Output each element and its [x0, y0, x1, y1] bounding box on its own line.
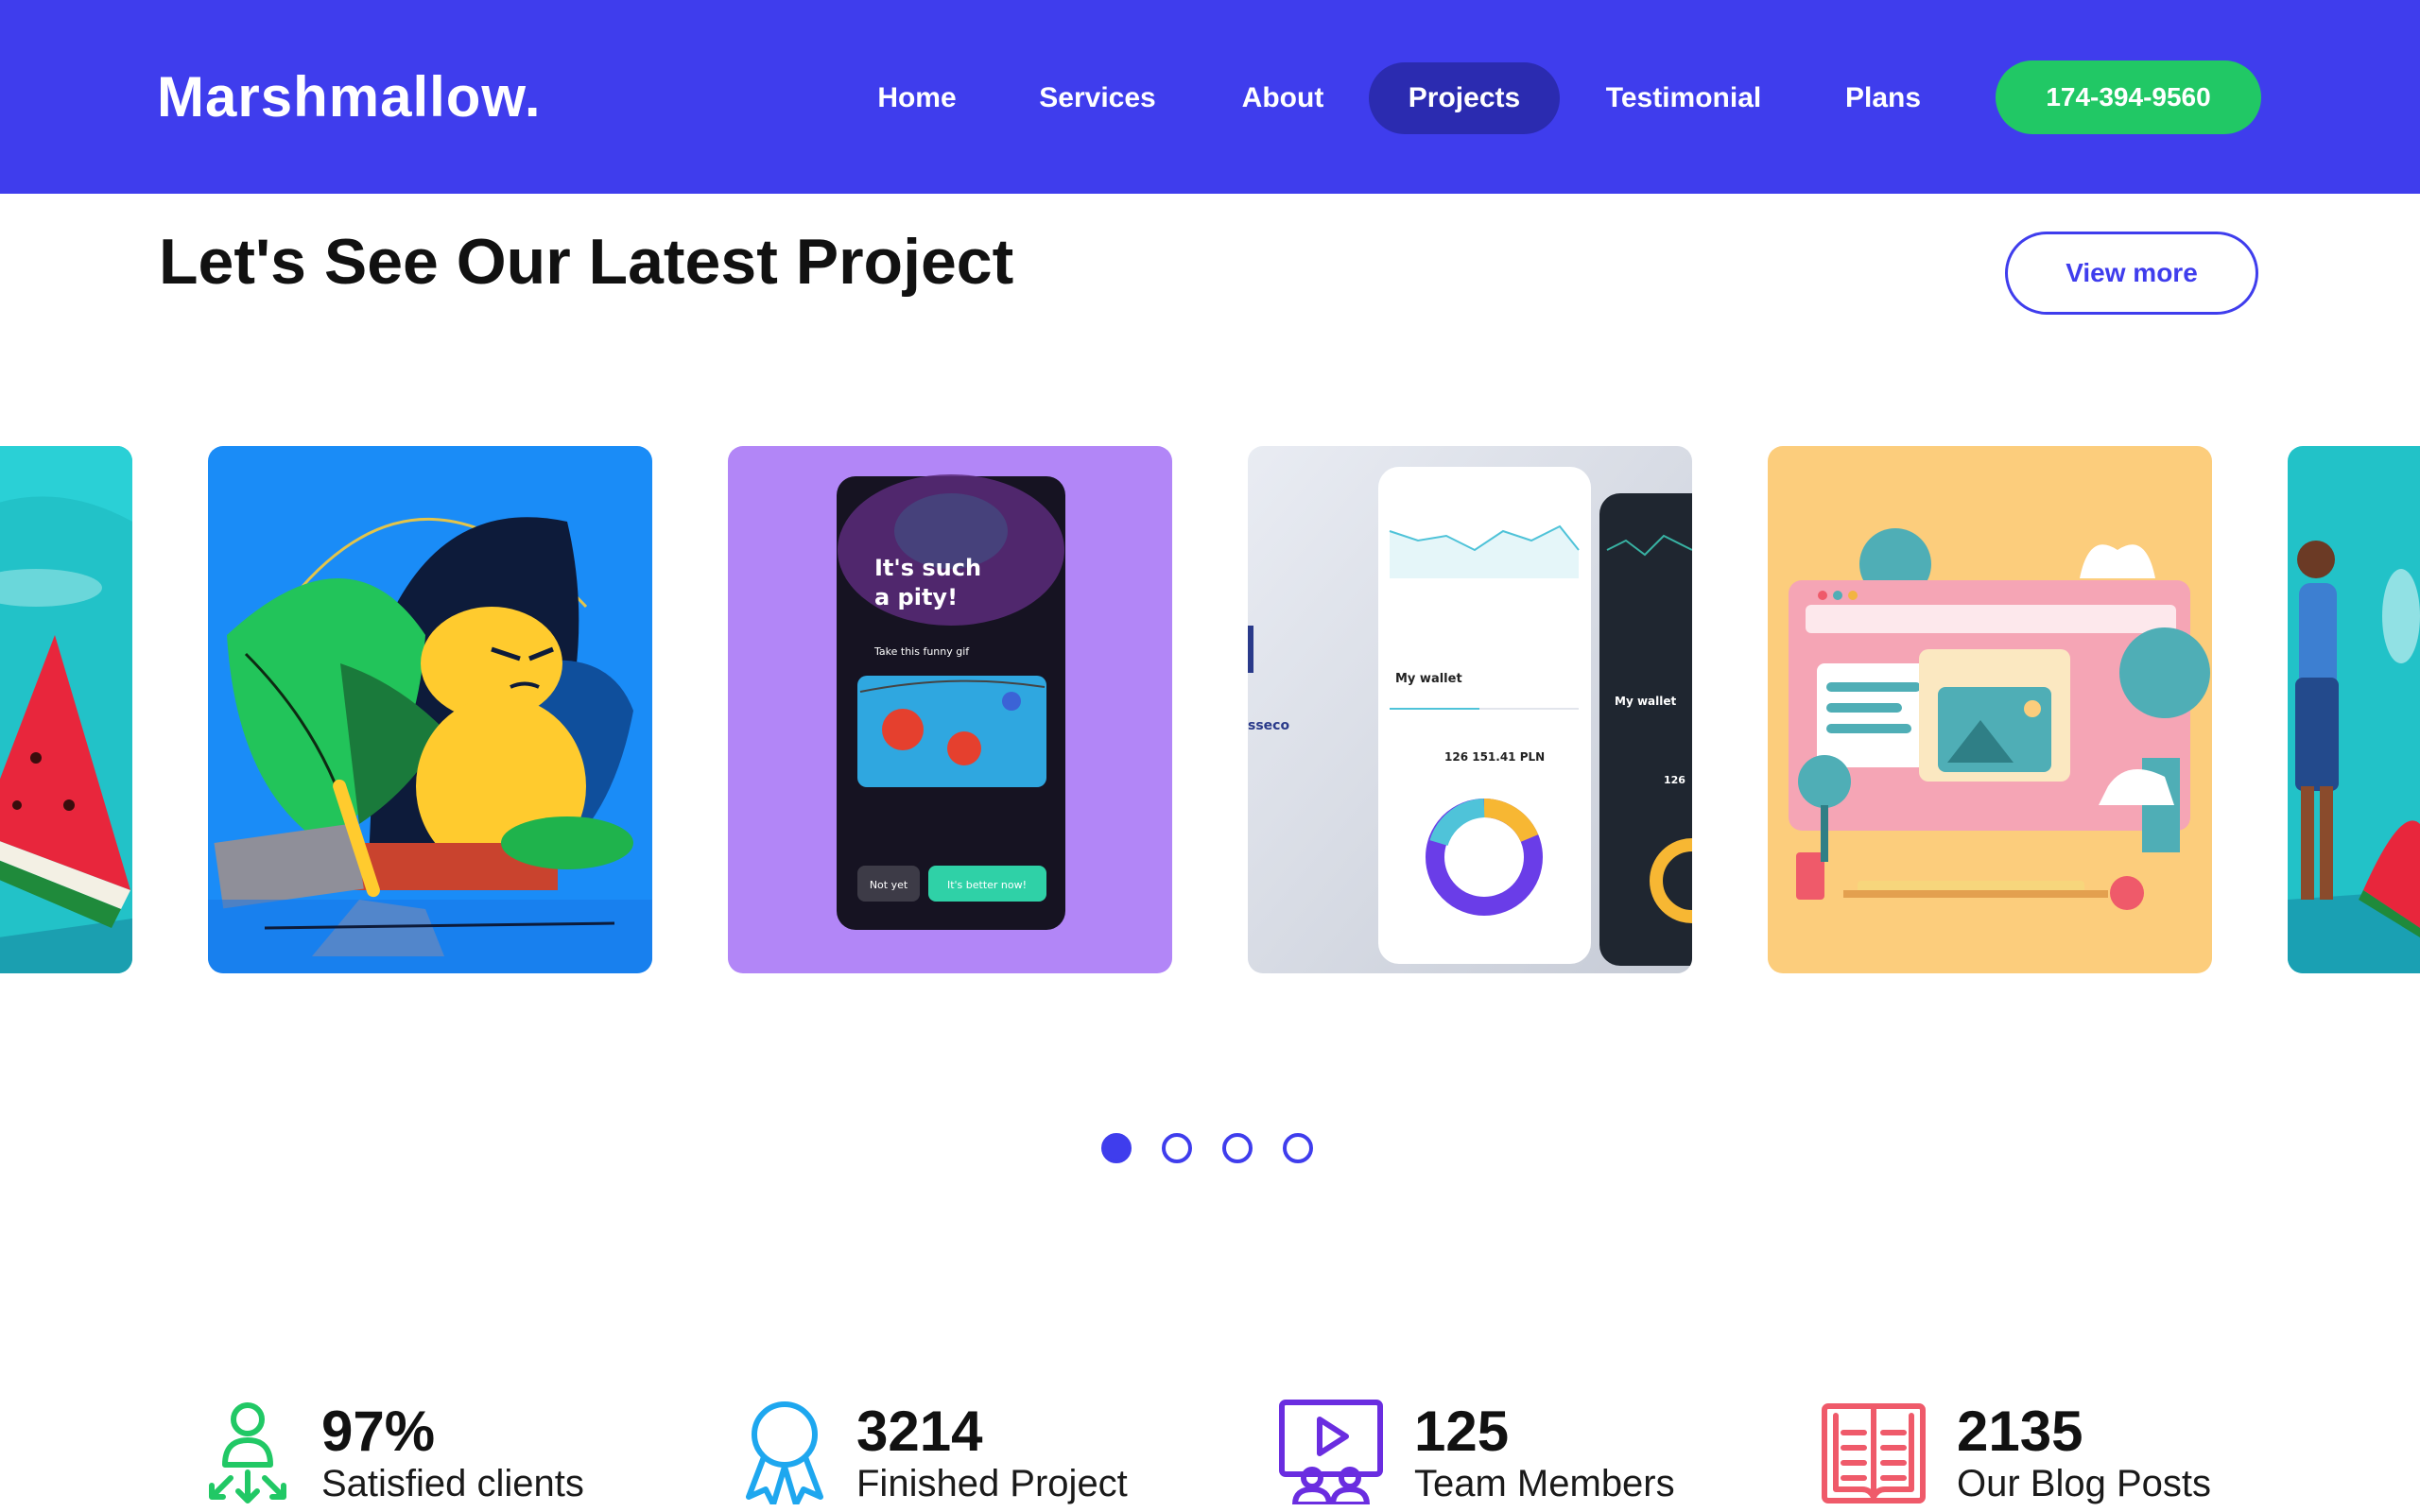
character-leaves-illustration — [208, 446, 652, 973]
video-team-icon — [1279, 1400, 1383, 1504]
project-card-desktop[interactable] — [1768, 446, 2212, 973]
pagination-dot-4[interactable] — [1283, 1133, 1313, 1163]
nav-projects[interactable]: Projects — [1369, 62, 1560, 134]
stat-value: 2135 — [1957, 1400, 2083, 1463]
stat-blog-posts: 2135 Our Blog Posts — [1821, 1399, 2237, 1512]
wallet-title: My wallet — [1395, 672, 1462, 686]
open-book-icon — [1822, 1403, 1926, 1503]
stat-satisfied-clients: 97% Satisfied clients — [202, 1399, 618, 1512]
wallet-title-2: My wallet — [1615, 695, 1676, 708]
stat-label: Our Blog Posts — [1957, 1463, 2212, 1504]
project-card-person[interactable] — [2288, 446, 2420, 973]
stat-finished-projects: 3214 Finished Project — [739, 1399, 1174, 1512]
stat-value: 3214 — [856, 1400, 983, 1463]
mockup-btn-yes: It's better now! — [947, 879, 1027, 891]
mockup-btn-no: Not yet — [870, 879, 908, 891]
award-ribbon-icon — [746, 1401, 823, 1504]
nav-home[interactable]: Home — [851, 62, 983, 134]
mockup-headline-2: a pity! — [874, 584, 958, 610]
project-card-watermelon[interactable] — [0, 446, 132, 973]
mockup-subtitle: Take this funny gif — [873, 645, 970, 658]
mobile-app-mockup: It's such a pity! Take this funny gif No… — [728, 446, 1172, 973]
stat-label: Satisfied clients — [321, 1463, 584, 1504]
project-card-wallet-app[interactable]: sseco My wallet 126 151.41 PLN My wallet… — [1248, 446, 1692, 973]
stat-label: Team Members — [1414, 1463, 1675, 1504]
stat-label: Finished Project — [856, 1463, 1128, 1504]
view-more-button[interactable]: View more — [2005, 232, 2258, 315]
nav-about[interactable]: About — [1212, 62, 1354, 134]
pagination-dot-1[interactable] — [1101, 1133, 1132, 1163]
stat-team-members: 125 Team Members — [1278, 1399, 1694, 1512]
project-card-character[interactable] — [208, 446, 652, 973]
stat-value: 125 — [1414, 1400, 1510, 1463]
watermelon-illustration — [0, 446, 132, 973]
wallet-brand-text: sseco — [1248, 718, 1289, 733]
project-card-mobile-app[interactable]: It's such a pity! Take this funny gif No… — [728, 446, 1172, 973]
wallet-app-mockup: sseco My wallet 126 151.41 PLN My wallet… — [1248, 446, 1692, 973]
nav-plans[interactable]: Plans — [1817, 62, 1949, 134]
brand-logo[interactable]: Marshmallow. — [157, 64, 542, 129]
mockup-headline-1: It's such — [874, 555, 981, 581]
nav-testimonial[interactable]: Testimonial — [1579, 62, 1789, 134]
nav-services[interactable]: Services — [1016, 62, 1179, 134]
pagination-dot-2[interactable] — [1162, 1133, 1192, 1163]
phone-call-button[interactable]: 174-394-9560 — [1996, 60, 2261, 134]
user-arrows-icon — [209, 1402, 286, 1503]
top-navbar: Marshmallow. Home Services About Project… — [0, 0, 2420, 194]
wallet-amount-2: 126 — [1664, 774, 1685, 786]
section-title: Let's See Our Latest Project — [159, 226, 1014, 298]
stat-value: 97% — [321, 1400, 436, 1463]
desktop-3d-illustration — [1768, 446, 2212, 973]
person-beach-illustration — [2288, 446, 2420, 973]
wallet-amount: 126 151.41 PLN — [1444, 750, 1545, 764]
pagination-dot-3[interactable] — [1222, 1133, 1253, 1163]
